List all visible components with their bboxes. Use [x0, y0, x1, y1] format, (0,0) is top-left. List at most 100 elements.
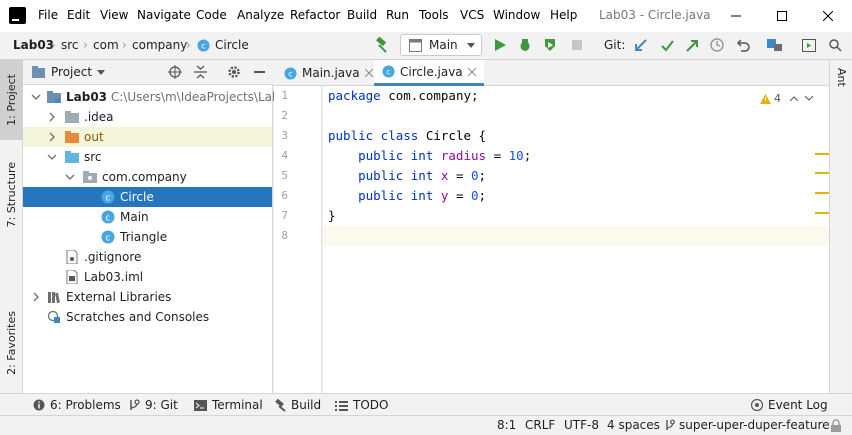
menu-code[interactable]: Code	[196, 8, 227, 22]
module-folder-icon	[47, 91, 61, 103]
minimize-icon	[731, 15, 741, 17]
code-line-5: public int x = 0;	[328, 168, 487, 183]
tab-label-circle-java: Circle.java	[400, 64, 463, 79]
svg-text:c: c	[106, 194, 111, 204]
git-commit-button[interactable]	[658, 36, 676, 54]
inspection-widget[interactable]: 4	[760, 92, 813, 105]
caret-position[interactable]: 8:1	[497, 418, 516, 432]
project-structure-button[interactable]	[766, 36, 784, 54]
warning-marker[interactable]	[815, 153, 829, 155]
menu-tools[interactable]: Tools	[419, 8, 449, 22]
menu-run[interactable]: Run	[386, 8, 409, 22]
tab-circle-java[interactable]: c Circle.java	[374, 60, 484, 86]
tree-item-triangle[interactable]: c Triangle	[23, 227, 272, 247]
structure-tool-tab[interactable]: 7: Structure	[0, 150, 23, 240]
project-panel-header: Project	[23, 60, 273, 85]
git-update-button[interactable]	[631, 36, 649, 54]
window-icon	[802, 38, 816, 52]
chevron-down-icon	[31, 94, 41, 100]
git-rollback-button[interactable]	[734, 36, 752, 54]
build-tool-tab[interactable]: Build	[273, 398, 321, 412]
terminal-icon	[194, 399, 207, 411]
menu-refactor[interactable]: Refactor	[290, 8, 340, 22]
stop-button[interactable]	[568, 36, 586, 54]
menu-analyze[interactable]: Analyze	[237, 8, 284, 22]
hide-panel-icon[interactable]	[254, 71, 265, 73]
toggle-presentation-button[interactable]	[800, 36, 818, 54]
close-icon[interactable]	[364, 69, 373, 77]
breadcrumb-separator-icon: ›	[83, 38, 88, 52]
menu-help[interactable]: Help	[550, 8, 577, 22]
file-encoding[interactable]: UTF-8	[564, 418, 599, 432]
warning-marker[interactable]	[815, 192, 829, 194]
build-button[interactable]	[371, 36, 389, 54]
indent-setting[interactable]: 4 spaces	[607, 418, 660, 432]
line-number: 7	[281, 209, 288, 222]
terminal-tool-tab[interactable]: Terminal	[194, 398, 263, 412]
close-icon[interactable]	[467, 67, 476, 76]
maximize-icon	[777, 11, 787, 21]
event-log-tool-tab[interactable]: Event Log	[751, 398, 828, 412]
menu-vcs[interactable]: VCS	[460, 8, 484, 22]
minimize-button[interactable]	[713, 0, 759, 32]
code-line-3: public class Circle {	[328, 128, 487, 143]
tree-item-lab03[interactable]: Lab03 C:\Users\m\IdeaProjects\Lab03	[23, 87, 295, 107]
breadcrumb-company[interactable]: company	[132, 38, 187, 52]
gear-icon[interactable]	[227, 65, 241, 79]
debug-button[interactable]	[516, 36, 534, 54]
tree-item-src[interactable]: src	[23, 147, 272, 167]
menu-edit[interactable]: Edit	[67, 8, 90, 22]
class-icon: c	[382, 65, 395, 78]
menu-build[interactable]: Build	[347, 8, 377, 22]
menu-navigate[interactable]: Navigate	[137, 8, 191, 22]
warning-marker[interactable]	[815, 172, 829, 174]
tree-item-com-company[interactable]: com.company	[23, 167, 272, 187]
warning-marker[interactable]	[815, 212, 829, 214]
project-panel-title[interactable]: Project	[51, 65, 92, 79]
tree-item-gitignore[interactable]: .gitignore	[23, 247, 272, 267]
git-tool-tab[interactable]: 9: Git	[128, 398, 178, 412]
hammer-icon	[275, 398, 286, 412]
git-branch-name: super-uper-duper-feature	[679, 418, 830, 432]
favorites-tab-label: 2: Favorites	[5, 310, 18, 375]
lock-icon[interactable]	[830, 419, 842, 432]
menu-window[interactable]: Window	[493, 8, 540, 22]
tree-item-lab03-iml[interactable]: Lab03.iml	[23, 267, 272, 287]
tree-item-out[interactable]: out	[23, 127, 272, 147]
locate-file-icon[interactable]	[168, 65, 182, 79]
tree-item-main[interactable]: c Main	[23, 207, 272, 227]
build-tab-label: Build	[291, 398, 322, 412]
collapse-all-icon[interactable]	[194, 65, 207, 79]
breadcrumb-project[interactable]: Lab03	[13, 38, 54, 52]
svg-text:c: c	[201, 42, 205, 51]
chevron-down-icon[interactable]	[97, 70, 105, 75]
ant-tool-tab[interactable]: Ant	[835, 68, 848, 87]
intellij-logo-icon	[9, 7, 26, 24]
breadcrumb-com[interactable]: com	[93, 38, 119, 52]
tree-item-idea[interactable]: .idea	[23, 107, 272, 127]
git-branch-widget[interactable]: super-uper-duper-feature	[664, 418, 830, 432]
project-tool-tab[interactable]: 1: Project	[0, 60, 23, 140]
problems-tool-tab[interactable]: 6: Problems	[33, 398, 121, 412]
breadcrumb-src[interactable]: src	[61, 38, 79, 52]
run-configuration-select[interactable]: Main	[400, 34, 482, 56]
menu-view[interactable]: View	[100, 8, 128, 22]
tab-main-java[interactable]: c Main.java	[276, 60, 381, 86]
search-everywhere-button[interactable]	[826, 36, 844, 54]
maximize-button[interactable]	[759, 0, 805, 32]
chevron-down-icon[interactable]	[805, 96, 813, 101]
menu-file[interactable]: File	[38, 8, 58, 22]
line-separator[interactable]: CRLF	[525, 418, 555, 432]
todo-tool-tab[interactable]: TODO	[335, 398, 388, 412]
tree-item-external-libraries[interactable]: External Libraries	[23, 287, 272, 307]
tree-item-scratches[interactable]: Scratches and Consoles	[23, 307, 272, 327]
chevron-up-icon[interactable]	[790, 96, 798, 101]
breadcrumb-circle[interactable]: Circle	[215, 38, 249, 52]
git-history-button[interactable]	[708, 36, 726, 54]
run-button[interactable]	[491, 36, 509, 54]
tree-item-circle[interactable]: c Circle	[23, 187, 272, 207]
run-with-coverage-button[interactable]	[541, 36, 559, 54]
favorites-tool-tab[interactable]: 2: Favorites	[0, 300, 23, 385]
git-push-button[interactable]	[683, 36, 701, 54]
close-window-button[interactable]	[805, 0, 851, 32]
